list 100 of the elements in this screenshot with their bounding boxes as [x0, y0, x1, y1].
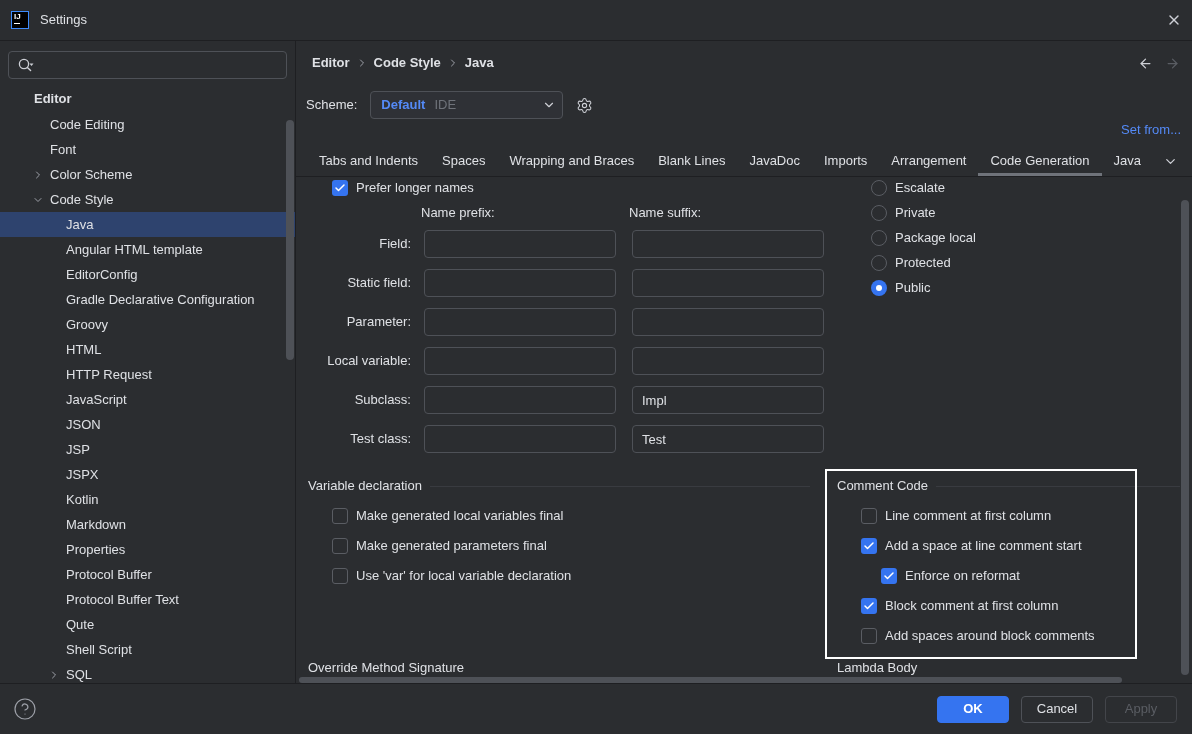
radio-button[interactable]: [871, 279, 887, 296]
breadcrumb-item[interactable]: Code Style: [373, 53, 441, 73]
scheme-label: Scheme:: [306, 96, 358, 115]
tree-item[interactable]: EditorConfig: [0, 262, 295, 287]
field-label: Parameter:: [345, 313, 411, 332]
text-field[interactable]: [424, 425, 616, 453]
tab[interactable]: Tabs and Indents: [307, 146, 431, 176]
tab[interactable]: Blank Lines: [646, 146, 738, 176]
text-field[interactable]: [424, 347, 616, 375]
checkbox-label: Prefer longer names: [356, 178, 474, 197]
column-header: Name suffix:: [629, 204, 701, 223]
text-field[interactable]: [424, 308, 616, 336]
text-field[interactable]: [632, 308, 824, 336]
group-title: Lambda Body: [837, 660, 918, 676]
text-field[interactable]: [632, 347, 824, 375]
tab[interactable]: Wrapping and Braces: [497, 146, 647, 176]
tree-item[interactable]: SQL: [0, 662, 295, 683]
text-field[interactable]: [424, 230, 616, 258]
field-label: Subclass:: [353, 391, 411, 410]
tree-item[interactable]: Code Style: [0, 187, 295, 212]
scrollbar[interactable]: [299, 677, 1122, 683]
checkbox-label: Line comment at first column: [885, 507, 1052, 526]
text-field[interactable]: [632, 230, 824, 258]
group-title: Comment Code: [837, 477, 929, 496]
ok-button[interactable]: OK: [937, 695, 1009, 723]
text-field[interactable]: [632, 269, 824, 297]
checkbox[interactable]: [332, 538, 348, 554]
checkbox-label: Add spaces around block comments: [885, 627, 1095, 646]
scrollbar[interactable]: [1181, 200, 1189, 675]
checkbox-label: Enforce on reformat: [905, 567, 1020, 586]
text-field[interactable]: Test: [632, 425, 824, 453]
radio-label: Package local: [895, 228, 976, 247]
search-field[interactable]: [8, 51, 287, 79]
checkbox[interactable]: [861, 538, 877, 554]
field-label: Local variable:: [326, 352, 411, 371]
tree-item[interactable]: Protocol Buffer: [0, 562, 295, 587]
tab[interactable]: Imports: [812, 146, 880, 176]
text-field[interactable]: [424, 269, 616, 297]
tree-item[interactable]: JSON: [0, 412, 295, 437]
tree-item[interactable]: Java: [0, 212, 295, 237]
tree-item[interactable]: Kotlin: [0, 487, 295, 512]
tree-item[interactable]: HTTP Request: [0, 362, 295, 387]
field-label: Static field:: [346, 274, 411, 293]
tree-item[interactable]: HTML: [0, 337, 295, 362]
checkbox[interactable]: [861, 598, 877, 614]
tree-item[interactable]: Font: [0, 137, 295, 162]
radio-label: Protected: [895, 253, 951, 272]
dialog-button[interactable]: Cancel: [1021, 695, 1093, 723]
checkbox-label: Add a space at line comment start: [885, 537, 1082, 556]
tree-item[interactable]: Qute: [0, 612, 295, 637]
search-icon: [18, 58, 34, 72]
checkbox-label: Make generated parameters final: [356, 537, 547, 556]
tab[interactable]: Java: [1101, 146, 1153, 176]
set-from-link[interactable]: Set from...: [1121, 120, 1181, 140]
gear-icon[interactable]: [576, 96, 594, 114]
checkbox-label: Make generated local variables final: [356, 507, 564, 526]
tab[interactable]: Spaces: [430, 146, 498, 176]
tab[interactable]: Arrangement: [879, 146, 979, 176]
field-label: Test class:: [349, 430, 411, 449]
checkmark-icon: [334, 181, 346, 194]
tree-item[interactable]: Shell Script: [0, 637, 295, 662]
group-title: Variable declaration: [308, 477, 422, 496]
tree-item[interactable]: Editor: [0, 85, 295, 112]
checkmark-icon: [863, 540, 875, 552]
help-icon[interactable]: [13, 697, 37, 721]
checkbox-label: Use 'var' for local variable declaration: [356, 567, 572, 586]
tree-item[interactable]: Code Editing: [0, 112, 295, 137]
tree-item[interactable]: Color Scheme: [0, 162, 295, 187]
breadcrumb-item[interactable]: Editor: [312, 53, 350, 73]
column-header: Name prefix:: [421, 204, 496, 223]
tab[interactable]: Code Generation: [978, 146, 1102, 176]
tree-item[interactable]: JSPX: [0, 462, 295, 487]
tree-item[interactable]: JavaScript: [0, 387, 295, 412]
breadcrumb-item[interactable]: Java: [464, 53, 494, 73]
scrollbar[interactable]: [286, 120, 294, 360]
scheme-dropdown[interactable]: Default IDE: [370, 91, 564, 119]
tree-item[interactable]: Groovy: [0, 312, 295, 337]
radio-label: Private: [895, 203, 936, 222]
radio-label: Escalate: [895, 178, 945, 197]
checkbox[interactable]: [881, 568, 897, 584]
window-title: Settings: [40, 11, 87, 30]
checkbox[interactable]: [332, 568, 348, 584]
tree-item[interactable]: JSP: [0, 437, 295, 462]
tree-item[interactable]: Angular HTML template: [0, 237, 295, 262]
tree-item[interactable]: Gradle Declarative Configuration: [0, 287, 295, 312]
text-field[interactable]: Impl: [632, 386, 824, 414]
back-arrow-icon[interactable]: [1138, 55, 1153, 71]
tree-item[interactable]: Properties: [0, 537, 295, 562]
text-field[interactable]: [424, 386, 616, 414]
tab[interactable]: JavaDoc: [737, 146, 812, 176]
app-logo: IJ: [11, 11, 29, 29]
tree-item[interactable]: Protocol Buffer Text: [0, 587, 295, 612]
group-title: Override Method Signature: [308, 660, 465, 676]
checkbox[interactable]: [332, 508, 348, 524]
checkbox[interactable]: [332, 179, 348, 196]
tree-item[interactable]: Markdown: [0, 512, 295, 537]
checkbox[interactable]: [861, 628, 877, 644]
checkmark-icon: [863, 600, 875, 612]
checkbox[interactable]: [861, 508, 877, 524]
checkmark-icon: [883, 570, 895, 582]
